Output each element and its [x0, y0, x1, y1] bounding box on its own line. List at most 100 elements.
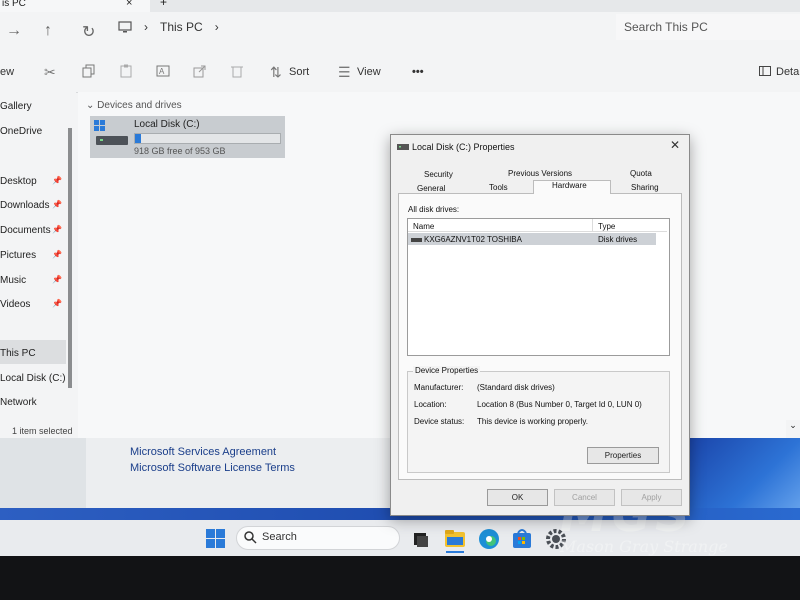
apply-button[interactable]: Apply [621, 489, 682, 506]
view-button[interactable]: View [357, 66, 381, 78]
taskbar-search-label: Search [262, 531, 297, 543]
details-pane-icon[interactable] [759, 66, 771, 76]
store-icon[interactable] [511, 528, 533, 550]
properties-button[interactable]: Properties [587, 447, 659, 464]
sidebar-item-videos[interactable]: Videos 📌 [0, 299, 66, 310]
sidebar-item-label: This PC [0, 348, 36, 359]
start-icon[interactable] [206, 529, 226, 549]
sidebar-item-label: Gallery [0, 101, 32, 112]
sidebar-item-downloads[interactable]: Downloads 📌 [0, 200, 66, 211]
disk-icon [397, 144, 409, 150]
tab-this-pc[interactable]: is PC × + [0, 0, 167, 12]
sort-icon[interactable]: ⇅ [270, 64, 282, 81]
manufacturer-label: Manufacturer: [414, 383, 464, 392]
chevron-down-icon: ⌄ [86, 100, 98, 111]
tab-sharing[interactable]: Sharing [631, 183, 659, 192]
drive-usage-fill [135, 134, 141, 143]
sidebar-item-label: OneDrive [0, 126, 43, 137]
refresh-icon[interactable]: ↻ [82, 22, 95, 42]
location-value: Location 8 (Bus Number 0, Target Id 0, L… [477, 400, 642, 409]
device-status-value: This device is working properly. [477, 417, 589, 426]
disk-type-cell: Disk drives [598, 235, 638, 244]
tab-bar: is PC × + [0, 0, 800, 12]
watermark-name: Mason Gray Strange [560, 537, 728, 556]
new-tab-icon[interactable]: + [160, 0, 167, 8]
sidebar-item-label: Pictures [0, 250, 37, 261]
all-disk-drives-label: All disk drives: [408, 205, 460, 214]
navigation-pane [0, 92, 76, 438]
delete-icon[interactable] [230, 64, 244, 78]
drive-icon [94, 120, 128, 145]
breadcrumb: › This PC › [118, 20, 219, 34]
pin-icon: 📌 [52, 176, 62, 185]
edge-icon[interactable] [478, 528, 500, 550]
sidebar-item-onedrive[interactable]: OneDrive [0, 126, 66, 137]
rename-icon[interactable]: A [156, 64, 170, 78]
drive-name: Local Disk (C:) [134, 119, 200, 130]
sort-button[interactable]: Sort [289, 66, 309, 78]
license-terms-link[interactable]: Microsoft Software License Terms [130, 462, 295, 474]
tab-quota[interactable]: Quota [630, 169, 652, 178]
sidebar-item-label: Network [0, 397, 37, 408]
tab-security[interactable]: Security [424, 170, 453, 179]
forward-arrow-icon[interactable]: → [6, 22, 22, 40]
tab-previous-versions[interactable]: Previous Versions [508, 169, 572, 178]
sidebar-item-desktop[interactable]: Desktop 📌 [0, 176, 66, 187]
tab-tools[interactable]: Tools [489, 183, 508, 192]
column-header-name[interactable]: Name [413, 222, 434, 231]
sidebar-item-gallery[interactable]: Gallery [0, 101, 66, 112]
see-more-button[interactable]: ••• [412, 66, 424, 78]
cut-icon[interactable]: ✂ [44, 64, 56, 81]
sidebar-item-documents[interactable]: Documents 📌 [0, 225, 66, 236]
taskbar-search-box[interactable] [236, 526, 400, 550]
sidebar-item-local-disk[interactable]: Local Disk (C:) [0, 373, 66, 384]
sidebar-item-this-pc[interactable]: This PC [0, 348, 66, 359]
pin-icon: 📌 [52, 275, 62, 284]
tab-hardware[interactable]: Hardware [552, 181, 587, 190]
sidebar-item-music[interactable]: Music 📌 [0, 275, 66, 286]
breadcrumb-this-pc[interactable]: This PC [160, 20, 203, 34]
scroll-down-icon[interactable]: ⌄ [786, 420, 800, 438]
header-separator [408, 231, 667, 232]
disk-drive-icon [411, 238, 422, 242]
ok-button[interactable]: OK [487, 489, 548, 506]
drive-free-space: 918 GB free of 953 GB [134, 146, 226, 156]
sidebar-item-label: Downloads [0, 200, 50, 211]
close-tab-icon[interactable]: × [126, 0, 132, 9]
copy-icon[interactable] [82, 64, 96, 78]
tab-title: is PC [2, 0, 26, 9]
search-input[interactable]: Search This PC [616, 14, 800, 40]
sidebar-item-label: Music [0, 275, 27, 286]
chevron-right-icon[interactable]: › [215, 20, 219, 34]
file-explorer-taskbar-icon[interactable] [444, 528, 466, 550]
active-app-indicator [446, 551, 464, 553]
details-button[interactable]: Detai [776, 66, 800, 78]
disk-name-cell: KXG6AZNV1T02 TOSHIBA [424, 235, 522, 244]
device-status-label: Device status: [414, 417, 465, 426]
new-button-label[interactable]: ew [0, 66, 14, 78]
manufacturer-value: (Standard disk drives) [477, 383, 555, 392]
svg-text:A: A [159, 67, 165, 76]
paste-icon[interactable] [119, 64, 133, 78]
task-view-icon[interactable] [412, 530, 430, 548]
tab-general[interactable]: General [417, 184, 445, 193]
pin-icon: 📌 [52, 250, 62, 259]
pin-icon: 📌 [52, 200, 62, 209]
group-header-devices[interactable]: ⌄ Devices and drives [86, 100, 182, 111]
chevron-right-icon: › [144, 20, 148, 34]
view-icon[interactable]: ☰ [338, 64, 351, 81]
services-agreement-link[interactable]: Microsoft Services Agreement [130, 446, 276, 458]
sidebar-item-network[interactable]: Network [0, 397, 66, 408]
share-icon[interactable] [193, 64, 207, 78]
monitor-icon[interactable] [118, 21, 132, 33]
sidebar-item-pictures[interactable]: Pictures 📌 [0, 250, 66, 261]
sidebar-item-label: Desktop [0, 176, 37, 187]
cancel-button[interactable]: Cancel [554, 489, 615, 506]
sidebar-item-label: Documents [0, 225, 51, 236]
up-arrow-icon[interactable]: ↑ [44, 22, 52, 40]
sidebar-scrollbar[interactable] [68, 128, 72, 388]
sidebar-item-label: Local Disk (C:) [0, 373, 66, 384]
column-header-type[interactable]: Type [598, 222, 615, 231]
close-icon[interactable]: ✕ [670, 138, 680, 152]
pin-icon: 📌 [52, 225, 62, 234]
